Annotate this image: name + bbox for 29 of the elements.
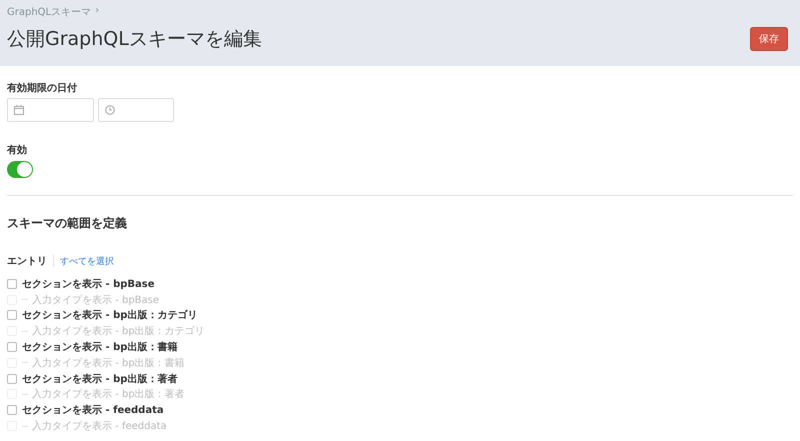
field-label: 有効期限の日付	[7, 82, 78, 96]
checkbox[interactable]	[7, 342, 17, 352]
entries-label: エントリ	[7, 255, 47, 268]
checkbox-label: 入力タイプを表示 - bpBase	[32, 294, 160, 307]
checkbox-label: 入力タイプを表示 - bp出版：著者	[32, 388, 185, 402]
checkbox-label: 入力タイプを表示 - bp出版：書籍	[32, 356, 185, 370]
breadcrumb-link[interactable]: GraphQLスキーマ	[7, 5, 92, 19]
checkbox[interactable]	[7, 374, 17, 384]
checkbox[interactable]	[7, 278, 17, 289]
breadcrumb-separator: ›	[95, 5, 100, 18]
save-button[interactable]: 保存	[750, 27, 788, 51]
time-field[interactable]	[98, 98, 174, 122]
checkbox-label: セクションを表示 - bp出版：著者	[22, 372, 178, 386]
checkbox-label: セクションを表示 - bp出版：書籍	[22, 340, 178, 354]
select-all-link[interactable]: すべてを選択	[60, 254, 114, 268]
calendar-icon	[14, 105, 24, 115]
clock-icon	[105, 105, 115, 115]
date-field[interactable]	[7, 98, 94, 122]
toggle-switch[interactable]	[7, 161, 33, 178]
page-title: 公開GraphQLスキーマを編集	[7, 27, 262, 52]
checkbox-label: 入力タイプを表示 - bp出版：カテゴリ	[32, 324, 205, 338]
checkbox-label: セクションを表示 - bp出版：カテゴリ	[22, 308, 198, 322]
checkbox[interactable]	[7, 405, 17, 416]
checkbox-label: セクションを表示 - feeddata	[22, 404, 164, 418]
section-heading: スキーマの範囲を定義	[7, 215, 128, 232]
checkbox-label: セクションを表示 - bpBase	[22, 278, 155, 291]
field-label: 有効	[7, 144, 28, 158]
checkbox[interactable]	[7, 310, 17, 320]
checkbox-label: 入力タイプを表示 - feeddata	[32, 420, 167, 434]
